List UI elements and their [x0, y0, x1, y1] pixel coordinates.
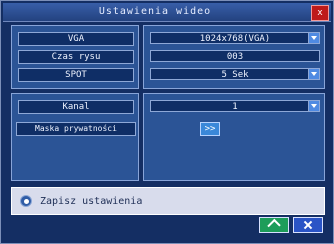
spot-label: SPOT [18, 68, 134, 82]
draw-time-value: 003 [226, 52, 244, 62]
channel-labels-panel: Kanal Maska prywatności [11, 93, 139, 181]
window-title: Ustawienia wideo [98, 6, 212, 17]
draw-time-field[interactable]: 003 [150, 50, 320, 62]
spot-value: 5 Sek [221, 70, 249, 80]
vga-dropdown[interactable]: 1024x768(VGA) [150, 32, 320, 44]
status-bar: Zapisz ustawienia [11, 187, 325, 215]
video-settings-window: Ustawienia wideo x VGA Czas rysu SPOT 10… [0, 0, 334, 244]
vga-label: VGA [18, 32, 134, 46]
privacy-mask-button[interactable]: >> [200, 122, 220, 136]
chevron-down-icon [308, 101, 319, 111]
settings-labels-panel: VGA Czas rysu SPOT [11, 25, 139, 89]
confirm-button[interactable] [259, 217, 289, 233]
cancel-button[interactable] [293, 217, 323, 233]
channel-label: Kanal [18, 100, 134, 114]
title-bar: Ustawienia wideo x [3, 3, 331, 22]
vga-value: 1024x768(VGA) [199, 34, 271, 44]
channel-values-panel: 1 >> [143, 93, 325, 181]
channel-dropdown[interactable]: 1 [150, 100, 320, 112]
channel-value: 1 [232, 102, 238, 112]
chevron-down-icon [308, 33, 319, 43]
settings-values-panel: 1024x768(VGA) 003 5 Sek [143, 25, 325, 89]
close-icon: x [317, 8, 323, 18]
privacy-mask-label: Maska prywatności [16, 122, 136, 136]
spot-dropdown[interactable]: 5 Sek [150, 68, 320, 80]
close-button[interactable]: x [311, 5, 329, 21]
info-icon [20, 195, 32, 207]
draw-time-label: Czas rysu [18, 50, 134, 64]
chevron-down-icon [308, 69, 319, 79]
status-message: Zapisz ustawienia [40, 196, 143, 207]
